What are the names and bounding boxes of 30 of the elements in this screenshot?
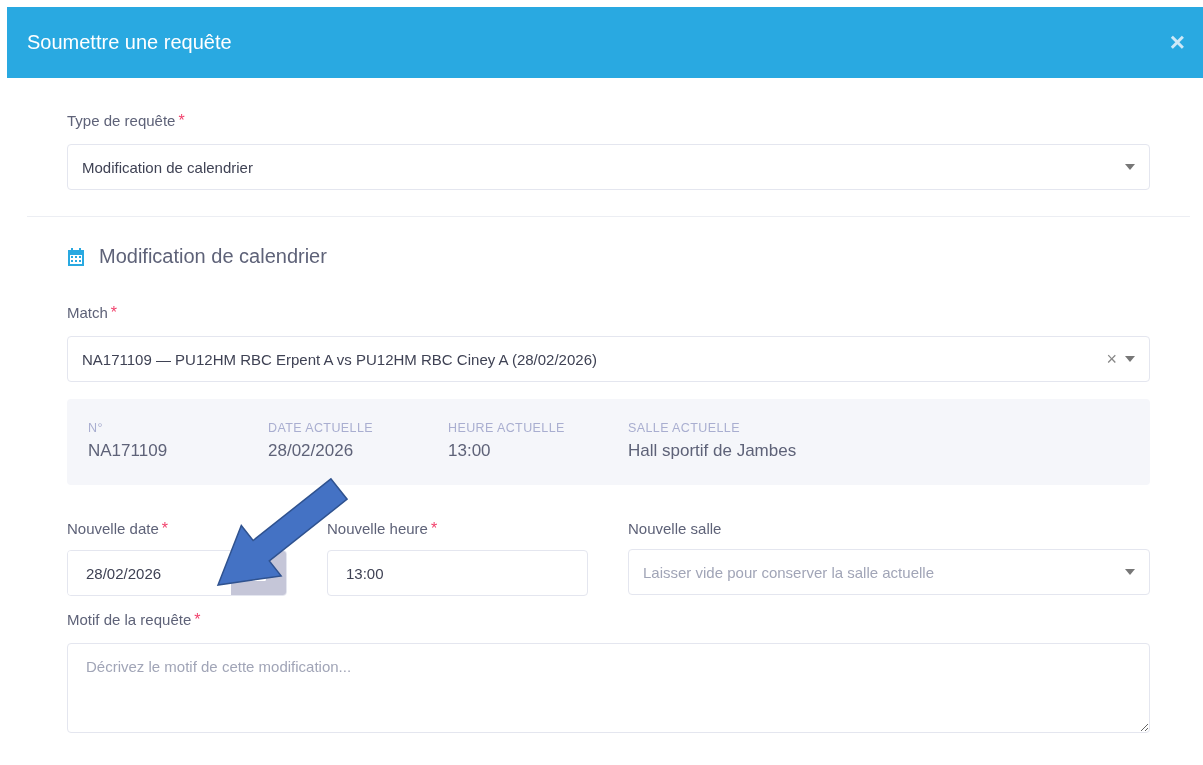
caret-icon <box>1125 164 1135 170</box>
info-value: Hall sportif de Jambes <box>628 441 798 461</box>
info-value: 13:00 <box>448 441 492 461</box>
info-label: HEURE ACTUELLE <box>448 421 566 435</box>
required-mark: * <box>178 112 185 130</box>
info-label: SALLE ACTUELLE <box>628 421 741 435</box>
request-type-select[interactable]: Modification de calendrier <box>67 144 1150 190</box>
info-label: N° <box>88 421 104 435</box>
modal-title: Soumettre une requête <box>27 31 232 54</box>
reason-field[interactable]: Décrivez le motif de cette modification... <box>67 643 1150 733</box>
field-label: Nouvelle heure <box>327 520 428 538</box>
info-value: NA171109 <box>88 441 169 461</box>
info-label: DATE ACTUELLE <box>268 421 374 435</box>
required-mark: * <box>194 611 201 629</box>
field-label: Type de requête <box>67 112 176 130</box>
match-select[interactable]: NA171109 — PU12HM RBC Erpent A vs PU12HM RBC Ciney A (28/02/2026) × <box>67 336 1150 382</box>
field-label: Nouvelle date <box>67 520 159 538</box>
clear-icon[interactable]: × <box>1106 348 1117 370</box>
required-mark: * <box>430 520 438 538</box>
required-mark: * <box>110 304 118 322</box>
section-title: Modification de calendrier <box>99 245 327 268</box>
time-field[interactable]: 13:00 <box>327 550 588 596</box>
info-value: 28/02/2026 <box>268 441 355 461</box>
required-mark: * <box>161 520 168 538</box>
caret-icon <box>1125 356 1135 362</box>
caret-icon <box>1125 569 1135 575</box>
calendar-icon <box>67 247 85 266</box>
field-label: Match <box>67 304 108 322</box>
field-label: Motif de la requête <box>67 611 192 629</box>
field-label: Nouvelle salle <box>628 520 722 537</box>
